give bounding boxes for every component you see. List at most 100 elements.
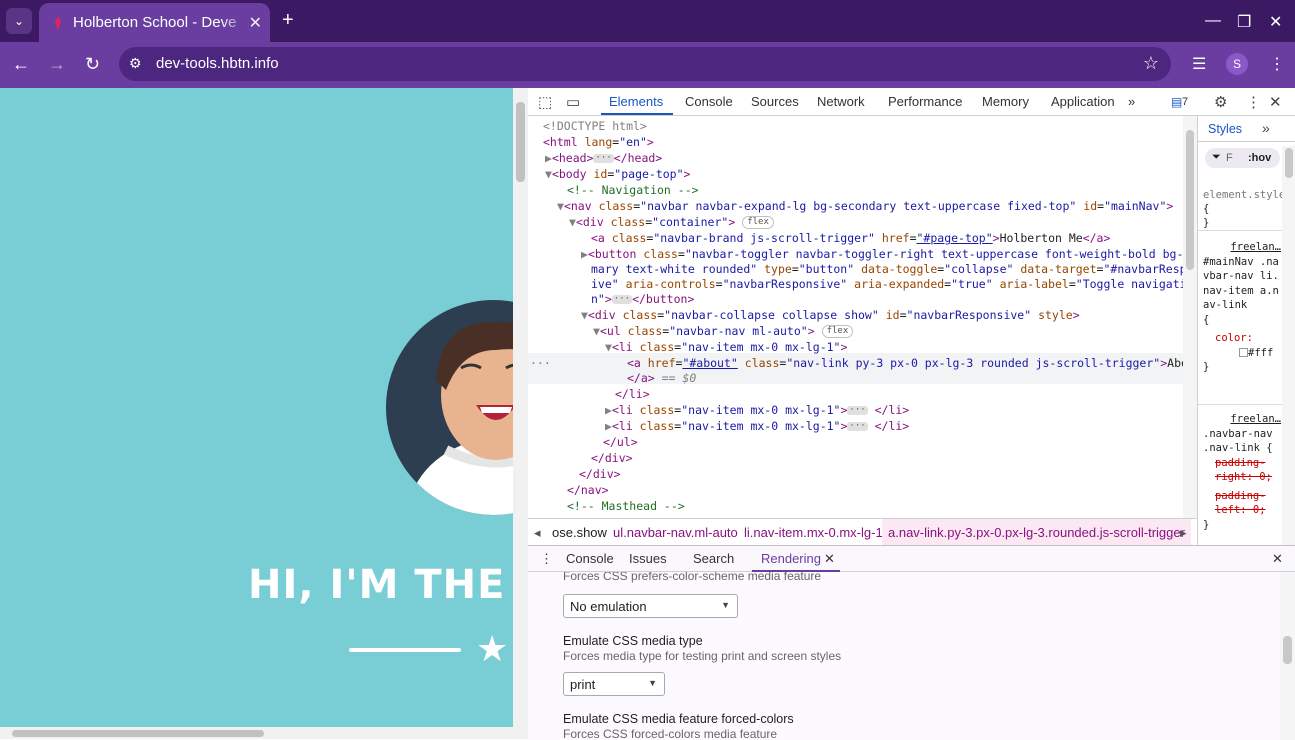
browser-toolbar: ← → ↻ ⚙ dev-tools.hbtn.info ☆ ☰ ⋮ [0,42,1295,88]
tab-sources[interactable]: Sources [751,94,799,109]
dom-line[interactable]: ▶<head> ··· </head> [545,150,662,166]
devtools-menu-icon[interactable]: ⋮ [1246,93,1261,111]
dom-line[interactable]: </div> [591,450,633,466]
devtools-panel: ⬚ ▭ Elements Console Sources Network Per… [528,88,1295,740]
drawer-panel: ⋮ Console Issues Search Rendering ✕ ✕ Fo… [528,545,1295,740]
dom-line[interactable]: </ul> [603,434,638,450]
menu-kebab-icon[interactable]: ⋮ [1269,54,1285,74]
rule-source-link[interactable]: freelan… [1203,412,1281,427]
dom-line[interactable]: <a class="navbar-brand js-scroll-trigger… [591,230,1110,246]
breadcrumb-scroll-right-icon[interactable]: ▸ [1180,525,1187,541]
close-rendering-tab-icon[interactable]: ✕ [824,551,835,567]
dom-line[interactable]: ▼<body id="page-top"> [545,166,690,182]
tab-memory[interactable]: Memory [982,94,1029,109]
bookmark-star-icon[interactable]: ☆ [1143,53,1159,74]
rule-value[interactable]: #fff [1248,347,1273,359]
tab-search-button[interactable]: ⌄ [6,8,32,34]
breadcrumb-item-selected[interactable]: a.nav-link.py-3.px-0.px-lg-3.rounded.js-… [882,519,1191,545]
select-value: print [570,677,596,692]
breadcrumb-scroll-left-icon[interactable]: ◂ [534,525,541,541]
device-toolbar-icon[interactable]: ▭ [566,93,580,111]
color-swatch[interactable] [1239,348,1248,357]
dom-line-menu-icon[interactable]: ··· [530,355,551,371]
dom-line[interactable]: <!-- Masthead --> [567,498,685,514]
rule-property-overridden[interactable]: padding-right: 0; [1203,456,1281,485]
profile-avatar[interactable]: S [1226,53,1248,75]
filter-placeholder: F [1226,152,1233,164]
drawer-tab-issues[interactable]: Issues [629,551,667,566]
tab-styles[interactable]: Styles [1208,122,1242,136]
dom-line[interactable]: <!-- Navigation --> [567,182,699,198]
dom-line[interactable]: ▶<button class="navbar-toggler navbar-to… [581,246,1183,262]
style-rule-mainnav: freelan… #mainNav .navbar-nav li.nav-ite… [1203,240,1281,375]
dom-line[interactable]: ▼<ul class="navbar-nav ml-auto"> flex [593,323,854,339]
maximize-icon[interactable]: ❐ [1237,12,1251,32]
elements-tree: <!DOCTYPE html> <html lang="en"> ▶<head>… [528,116,1183,518]
reload-icon[interactable]: ↻ [85,54,100,75]
rule-property[interactable]: color: [1203,331,1281,346]
color-scheme-select[interactable]: No emulation ▼ [563,594,738,618]
minimize-icon[interactable]: — [1205,12,1221,30]
url-text: dev-tools.hbtn.info [156,55,279,72]
avatar-illustration [386,300,513,515]
hover-state-toggle[interactable]: :hov [1248,152,1271,164]
rule-source-link[interactable]: freelan… [1203,240,1281,255]
tab-performance[interactable]: Performance [888,94,962,109]
tab-application[interactable]: Application [1051,94,1115,109]
drawer-tab-console[interactable]: Console [566,551,614,566]
media-control-icon[interactable]: ☰ [1192,54,1206,74]
close-drawer-icon[interactable]: ✕ [1272,551,1283,567]
dom-line[interactable]: </li> [615,386,650,402]
page-horizontal-scrollbar[interactable] [0,727,513,739]
dom-line[interactable]: ▶<li class="nav-item mx-0 mx-lg-1"> ··· <… [605,402,909,418]
breadcrumb-item[interactable]: li.nav-item.mx-0.mx-lg-1 [744,525,883,540]
tab-console[interactable]: Console [685,94,733,109]
address-bar[interactable]: ⚙ dev-tools.hbtn.info ☆ [119,47,1171,81]
media-type-select[interactable]: print ▼ [563,672,665,696]
dom-line[interactable]: <html lang="en"> [543,134,654,150]
styles-header: Styles » [1198,116,1295,142]
drawer-scrollbar[interactable] [1280,572,1295,740]
drawer-tab-rendering[interactable]: Rendering [761,551,821,566]
browser-tab[interactable]: Holberton School - Deve ✕ [39,3,270,42]
styles-pane: Styles » ⏷ F :hov element.style { } free… [1197,116,1295,545]
issues-icon[interactable]: ▤ [1171,95,1182,109]
active-tab-indicator [601,113,673,115]
dom-line[interactable]: ▼<div class="navbar-collapse collapse sh… [581,307,1080,323]
tab-network[interactable]: Network [817,94,865,109]
dom-line[interactable]: ▼<nav class="navbar navbar-expand-lg bg-… [557,198,1173,214]
media-type-title: Emulate CSS media type [563,634,703,648]
dom-line[interactable]: </div> [579,466,621,482]
forward-icon[interactable]: → [48,54,66,75]
back-icon[interactable]: ← [12,54,30,75]
rule-brace: } [1203,217,1210,229]
style-rule-nav-link: freelan… .navbar-nav .nav-link { padding… [1203,412,1281,532]
settings-gear-icon[interactable]: ⚙ [1214,93,1227,111]
styles-scrollbar[interactable] [1282,146,1295,545]
dom-line[interactable]: ▼<div class="container"> flex [569,214,774,230]
drawer-tab-search[interactable]: Search [693,551,734,566]
more-tabs-button[interactable]: » [1128,94,1135,109]
new-tab-button[interactable]: + [282,9,294,32]
dom-line[interactable]: <!DOCTYPE html> [543,118,647,134]
dom-line[interactable]: ▼<li class="nav-item mx-0 mx-lg-1"> [605,339,847,355]
dropdown-caret-icon: ▼ [648,678,657,688]
close-devtools-icon[interactable]: ✕ [1269,93,1282,111]
more-panes-icon[interactable]: » [1262,120,1270,136]
dom-line: ive" aria-controls="navbarResponsive" ar… [591,277,1183,291]
inspect-element-icon[interactable]: ⬚ [538,93,552,111]
rule-property-overridden[interactable]: padding-left: 0; [1203,489,1281,518]
close-tab-icon[interactable]: ✕ [249,13,262,33]
dom-line[interactable]: ▶<li class="nav-item mx-0 mx-lg-1"> ··· <… [605,418,909,434]
site-info-icon[interactable]: ⚙ [129,55,142,72]
tab-elements[interactable]: Elements [609,94,663,109]
dom-line[interactable]: </nav> [567,482,609,498]
breadcrumb-item[interactable]: ul.navbar-nav.ml-auto [613,525,738,540]
elements-scrollbar[interactable] [1183,116,1197,518]
page-vertical-scrollbar[interactable] [513,88,528,739]
close-window-icon[interactable]: ✕ [1269,12,1282,32]
drawer-menu-icon[interactable]: ⋮ [540,551,553,567]
dom-line-selected[interactable]: <a href="#about" class="nav-link py-3 px… [627,355,1183,371]
issues-count[interactable]: 7 [1182,96,1188,108]
breadcrumb-item[interactable]: ose.show [552,525,607,540]
